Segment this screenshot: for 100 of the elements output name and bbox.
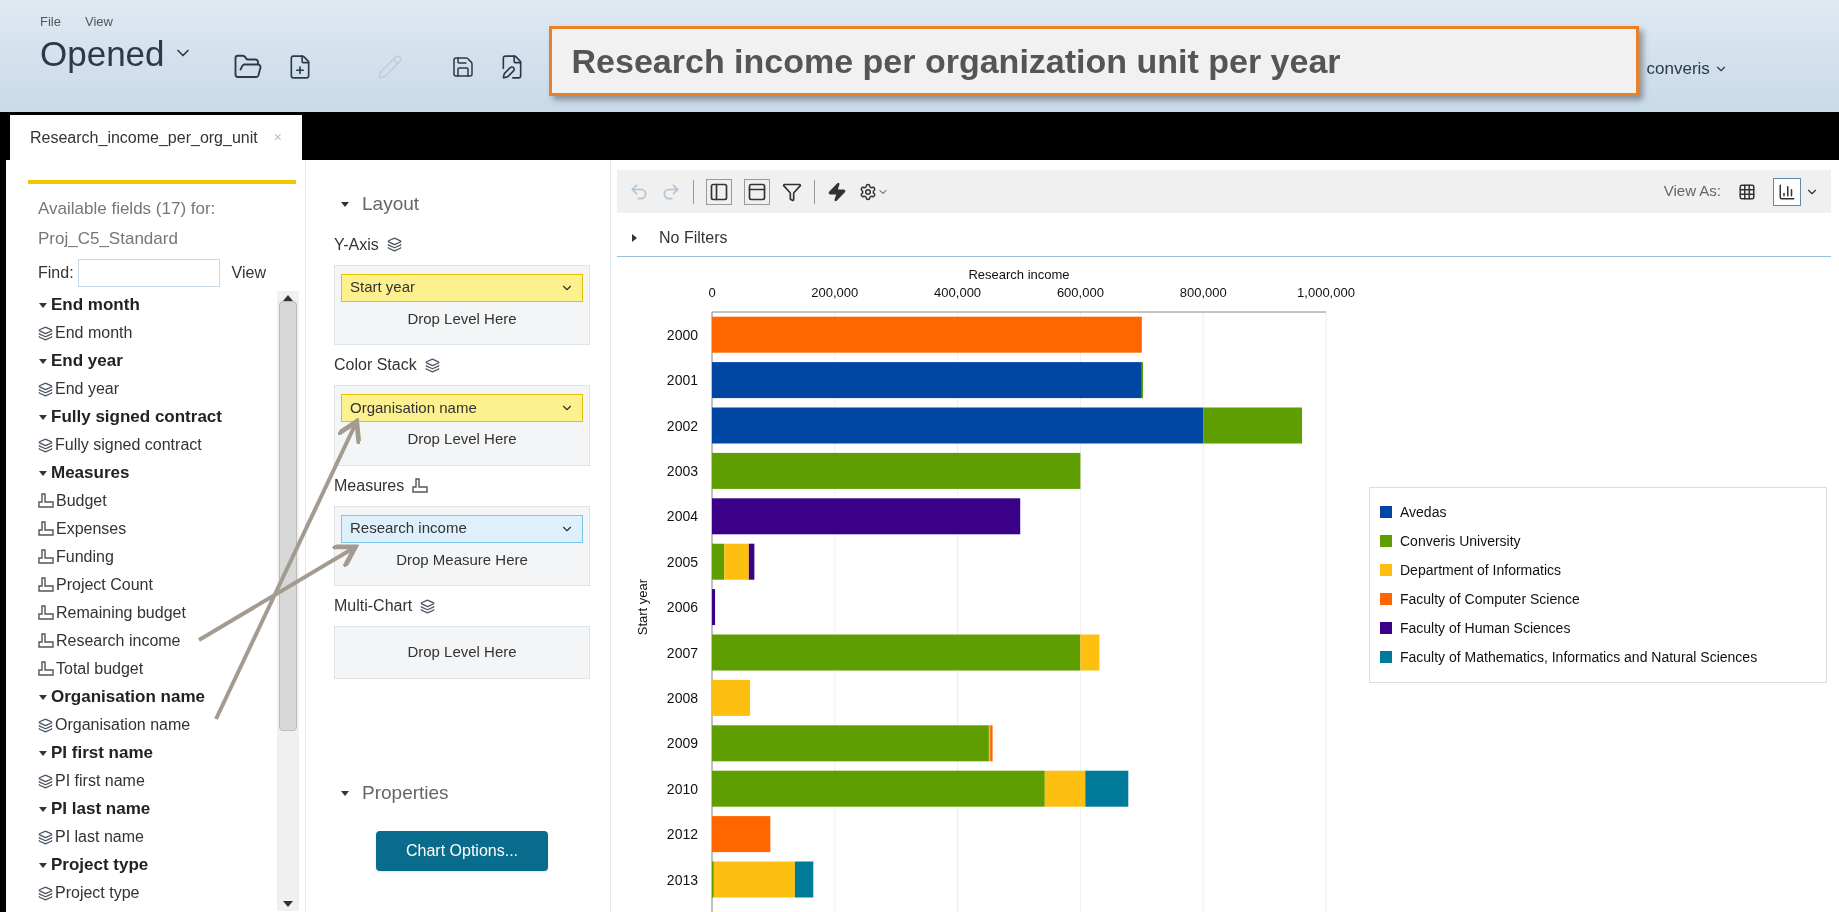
layers-icon bbox=[38, 325, 53, 341]
stand-icon bbox=[38, 521, 54, 537]
field-group-label[interactable]: Project type bbox=[51, 852, 149, 878]
document-tab[interactable]: Research_income_per_org_unit × bbox=[10, 115, 302, 160]
category-label: 2005 bbox=[666, 553, 698, 570]
axis-title: Start year bbox=[635, 578, 650, 636]
field-group-label[interactable]: End year bbox=[51, 348, 123, 374]
opened-dropdown[interactable]: Opened bbox=[40, 35, 193, 71]
field-group-label[interactable]: Fully signed contract bbox=[51, 404, 222, 430]
field-item[interactable]: Research income bbox=[56, 629, 181, 653]
field-item[interactable]: Expenses bbox=[56, 517, 127, 541]
chart-view-button[interactable] bbox=[1773, 177, 1801, 206]
panel-left-icon[interactable] bbox=[706, 178, 732, 205]
zone-label: Multi-Chart bbox=[334, 596, 413, 616]
layers-icon bbox=[38, 437, 53, 453]
section-title[interactable]: Layout bbox=[362, 190, 420, 219]
category-label: 2009 bbox=[666, 735, 698, 752]
grid-icon bbox=[1738, 182, 1756, 201]
menu-item[interactable]: File bbox=[40, 12, 61, 32]
bar-segment bbox=[1085, 770, 1129, 807]
axis-tick-label: 0 bbox=[708, 284, 716, 300]
expanded-triangle-icon[interactable] bbox=[38, 692, 48, 702]
stand-icon bbox=[412, 477, 429, 494]
stand-icon bbox=[38, 549, 54, 565]
source-name: Proj_C5_Standard bbox=[38, 227, 179, 250]
filters-label[interactable]: No Filters bbox=[659, 225, 728, 250]
layers-icon bbox=[424, 357, 440, 373]
field-item[interactable]: Budget bbox=[56, 489, 107, 513]
settings-icon bbox=[859, 182, 877, 201]
field-group-label[interactable]: PI last name bbox=[51, 796, 151, 822]
category-label: 2004 bbox=[666, 508, 698, 525]
category-label: 2002 bbox=[666, 417, 698, 434]
category-label: 2007 bbox=[666, 644, 698, 661]
expanded-triangle-icon[interactable] bbox=[38, 804, 48, 814]
lightning-icon[interactable] bbox=[827, 181, 847, 202]
field-item[interactable]: Funding bbox=[56, 545, 114, 569]
scrollbar-drawing[interactable] bbox=[277, 291, 299, 911]
layers-icon bbox=[38, 381, 53, 397]
collapsed-triangle-icon[interactable] bbox=[629, 232, 639, 243]
drop-zone[interactable]: Start year Drop Level Here bbox=[334, 264, 590, 345]
layers-icon bbox=[38, 773, 53, 789]
stand-icon bbox=[38, 633, 54, 649]
axis-tick-label: 600,000 bbox=[1056, 284, 1104, 300]
field-item[interactable]: End month bbox=[55, 321, 133, 345]
filter-icon[interactable] bbox=[782, 181, 802, 202]
field-item[interactable]: Organisation name bbox=[55, 713, 191, 737]
chart-options-button[interactable]: Chart Options... bbox=[376, 831, 548, 871]
category-label: 2013 bbox=[666, 871, 698, 888]
axis-tick-label: 800,000 bbox=[1179, 284, 1227, 300]
category-label: 2001 bbox=[666, 371, 698, 388]
settings-menu[interactable] bbox=[859, 182, 889, 201]
field-group-label[interactable]: Organisation name bbox=[51, 684, 205, 710]
tab-label: Research_income_per_org_unit bbox=[30, 127, 258, 148]
field-group-label[interactable]: End month bbox=[51, 292, 140, 318]
expanded-triangle-icon[interactable] bbox=[38, 412, 48, 422]
bar-chart-icon bbox=[1778, 182, 1796, 201]
drop-zone[interactable]: Organisation name Drop Level Here bbox=[334, 385, 590, 466]
field-item[interactable]: PI last name bbox=[55, 825, 144, 849]
field-item[interactable]: Remaining budget bbox=[56, 601, 186, 625]
expanded-triangle-icon[interactable] bbox=[38, 300, 48, 310]
axis-title: Research income bbox=[968, 266, 1070, 282]
section-title[interactable]: Properties bbox=[362, 778, 449, 807]
field-item[interactable]: Fully signed contract bbox=[55, 433, 202, 457]
field-item[interactable]: PI first name bbox=[55, 769, 145, 793]
field-item[interactable]: End year bbox=[55, 377, 120, 401]
view-link[interactable]: View bbox=[231, 261, 266, 285]
drop-zone[interactable]: Drop Level Here bbox=[334, 626, 590, 679]
zone-item-dropdown[interactable]: Research income bbox=[341, 514, 583, 543]
legend-label: Faculty of Human Sciences bbox=[1400, 618, 1571, 638]
zone-item-dropdown[interactable]: Organisation name bbox=[341, 394, 583, 422]
field-group-label[interactable]: Measures bbox=[51, 460, 130, 486]
title-banner: Research income per organization unit per year bbox=[548, 26, 1639, 96]
user-menu[interactable]: converis bbox=[1646, 56, 1728, 82]
category-label: 2000 bbox=[666, 326, 698, 343]
find-label: Find: bbox=[38, 263, 74, 283]
find-field[interactable] bbox=[77, 259, 220, 287]
view-as-label: View As: bbox=[1663, 181, 1721, 202]
category-label: 2012 bbox=[666, 825, 698, 842]
legend-label: Department of Informatics bbox=[1400, 560, 1562, 580]
drop-zone[interactable]: Research income Drop Measure Here bbox=[334, 505, 590, 586]
field-group-label[interactable]: PI first name bbox=[51, 740, 154, 766]
category-label: 2008 bbox=[666, 689, 698, 706]
field-item[interactable]: Total budget bbox=[56, 657, 144, 681]
drop-hint: Drop Level Here bbox=[406, 642, 518, 662]
category-label: 2010 bbox=[666, 780, 698, 797]
menu-item[interactable]: View bbox=[84, 12, 113, 32]
expanded-triangle-icon[interactable] bbox=[38, 356, 48, 366]
expanded-triangle-icon[interactable] bbox=[38, 860, 48, 870]
panel-top-icon[interactable] bbox=[744, 178, 770, 205]
legend-label: Converis University bbox=[1400, 531, 1521, 551]
zone-item-dropdown[interactable]: Start year bbox=[341, 273, 583, 302]
save-icon[interactable] bbox=[450, 55, 475, 79]
category-label: 2006 bbox=[666, 598, 698, 615]
expanded-triangle-icon[interactable] bbox=[38, 468, 48, 478]
field-item[interactable]: Project type bbox=[55, 881, 140, 905]
layers-icon bbox=[38, 717, 53, 733]
expanded-triangle-icon[interactable] bbox=[38, 748, 48, 758]
field-item[interactable]: Project Count bbox=[56, 573, 153, 597]
layers-icon bbox=[386, 237, 402, 252]
axis-tick-label: 200,000 bbox=[811, 284, 859, 300]
